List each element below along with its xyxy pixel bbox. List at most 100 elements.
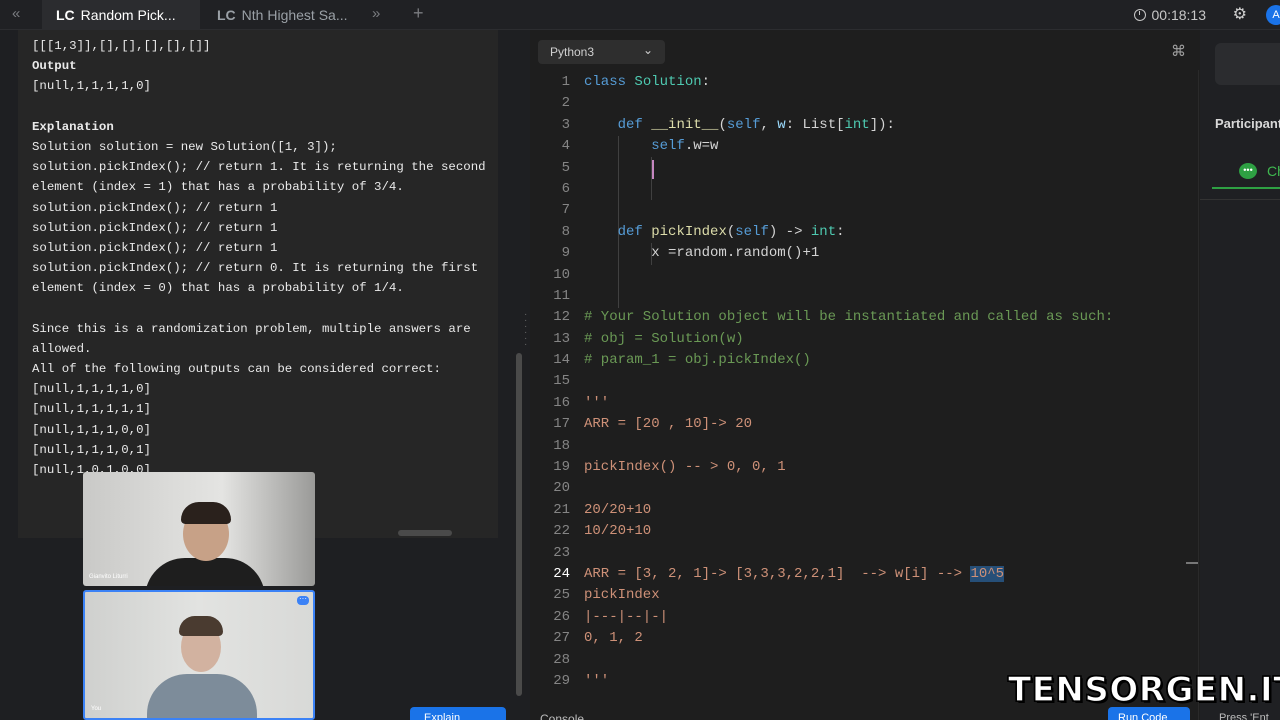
gear-icon[interactable]: ⚙ — [1233, 4, 1247, 24]
description-line: [null,1,1,1,0,1] — [32, 442, 151, 457]
code-line-21: 20/20+10 — [584, 501, 652, 518]
console-toggle[interactable]: Console — [540, 712, 584, 720]
editor-scroll-marker — [1186, 562, 1198, 564]
video-tile-interviewer[interactable]: Gianvito Liturri — [83, 472, 315, 586]
line-number-gutter: 1 2 3 4 5 6 7 8 9 10 11 12 13 14 15 16 17 18 19 20 21 22 23 24 2… — [530, 72, 570, 692]
tab-random-pick[interactable]: LC Random Pick... — [42, 0, 200, 30]
command-icon[interactable]: ⌘ — [1171, 42, 1186, 60]
description-line: All of the following outputs can be cons… — [32, 362, 441, 376]
line-number: 6 — [561, 180, 570, 197]
description-line: Explanation — [32, 119, 114, 134]
description-line: element (index = 0) that has a probabili… — [32, 281, 404, 296]
line-number: 8 — [561, 223, 570, 240]
description-line: solution.pickIndex(); // return 1. It is… — [32, 160, 486, 175]
tab-label: Random Pick... — [80, 7, 176, 23]
line-number: 17 — [553, 416, 570, 433]
double-chevron-right-icon[interactable]: » — [372, 5, 380, 22]
top-tab-bar: « LC Random Pick... LC Nth Highest Sa...… — [0, 0, 1280, 30]
video-tile-self[interactable]: ··· You — [83, 590, 315, 720]
description-scrollbar[interactable] — [516, 353, 522, 696]
person-silhouette — [147, 674, 257, 718]
chevron-down-icon: ⌄ — [642, 43, 653, 57]
tab-label: Nth Highest Sa... — [241, 7, 348, 23]
line-number: 15 — [553, 373, 570, 390]
description-line: [null,1,1,1,1,1] — [32, 402, 151, 417]
line-number: 4 — [561, 138, 570, 155]
description-line: Output — [32, 59, 77, 74]
active-tab-indicator — [1212, 187, 1280, 189]
right-panel-card[interactable] — [1215, 43, 1280, 85]
description-line: [[[1,3]],[],[],[],[],[]] — [32, 39, 211, 53]
tab-prefix: LC — [56, 7, 75, 23]
tab-prefix: LC — [217, 7, 236, 23]
tab-nth-highest[interactable]: LC Nth Highest Sa... — [203, 0, 361, 30]
line-number: 27 — [553, 630, 570, 647]
code-line-22: 10/20+10 — [584, 523, 652, 540]
description-line: solution.pickIndex(); // return 1 — [32, 200, 278, 215]
line-number: 28 — [553, 651, 570, 668]
code-line-16: ''' — [584, 394, 610, 411]
divider — [1200, 199, 1280, 200]
code-line-19: pickIndex() -- > 0, 0, 1 — [584, 459, 786, 476]
description-line: Solution solution = new Solution([1, 3])… — [32, 139, 337, 154]
code-line-4: self.w=w — [651, 138, 719, 155]
description-line: solution.pickIndex(); // return 0. It is… — [32, 261, 479, 276]
description-line — [32, 298, 488, 318]
panel-splitter[interactable]: · · · · · · — [524, 310, 528, 356]
avatar[interactable]: A — [1266, 5, 1280, 25]
timer-value: 00:18:13 — [1151, 7, 1207, 23]
line-number: 3 — [561, 116, 570, 133]
description-horizontal-scrollbar[interactable] — [398, 530, 452, 536]
double-chevron-left-icon[interactable]: « — [12, 5, 20, 22]
line-number: 26 — [553, 608, 570, 625]
selected-text: 10^5 — [970, 565, 1005, 582]
more-icon[interactable]: ··· — [297, 595, 309, 605]
language-value: Python3 — [550, 45, 595, 59]
line-number: 21 — [553, 501, 570, 518]
chat-icon: ••• — [1239, 163, 1257, 179]
code-line-25: pickIndex — [584, 587, 660, 604]
code-line-3: def __init__(self, w: List[int]): — [617, 116, 895, 133]
line-number: 1 — [561, 74, 570, 90]
tab-chat[interactable]: Ch — [1267, 163, 1280, 179]
participant-name: You — [91, 706, 102, 712]
line-number: 12 — [553, 309, 570, 326]
code-line-24: ARR = [3, 2, 1]-> [3,3,3,2,2,1] --> w[i]… — [584, 565, 1005, 582]
line-number: 25 — [553, 587, 570, 604]
participants-heading: Participant — [1215, 116, 1280, 131]
code-content[interactable]: class Solution: def __init__(self, w: Li… — [584, 72, 1184, 692]
line-number: 18 — [553, 437, 570, 454]
line-number: 9 — [561, 245, 570, 262]
code-editor[interactable]: Python3 ⌄ ⌘ 1 2 3 4 5 6 7 8 9 10 11 12 13 14 15 16 17 18 1… — [530, 30, 1200, 720]
line-number: 22 — [553, 523, 570, 540]
line-number: 20 — [553, 480, 570, 497]
line-number: 7 — [561, 202, 570, 219]
problem-description-panel: [[[1,3]],[],[],[],[],[]] Output [null,1,1,… — [18, 30, 498, 538]
line-number: 5 — [561, 159, 570, 176]
text-cursor — [652, 160, 654, 179]
line-number: 10 — [553, 266, 570, 283]
code-line-8: def pickIndex(self) -> int: — [617, 223, 845, 240]
editor-divider — [1198, 70, 1199, 720]
description-line: element (index = 1) that has a probabili… — [32, 180, 404, 195]
participant-name: Gianvito Liturri — [89, 574, 128, 580]
code-line-1: class Solution: — [584, 74, 711, 90]
language-select[interactable]: Python3 ⌄ — [538, 40, 665, 64]
line-number: 29 — [553, 672, 570, 689]
line-number: 2 — [561, 95, 570, 112]
plus-icon[interactable]: + — [413, 3, 424, 24]
description-line: solution.pickIndex(); // return 1 — [32, 220, 278, 235]
line-number: 11 — [553, 287, 570, 304]
explain-button[interactable]: Explain — [410, 707, 506, 720]
line-number: 23 — [553, 544, 570, 561]
